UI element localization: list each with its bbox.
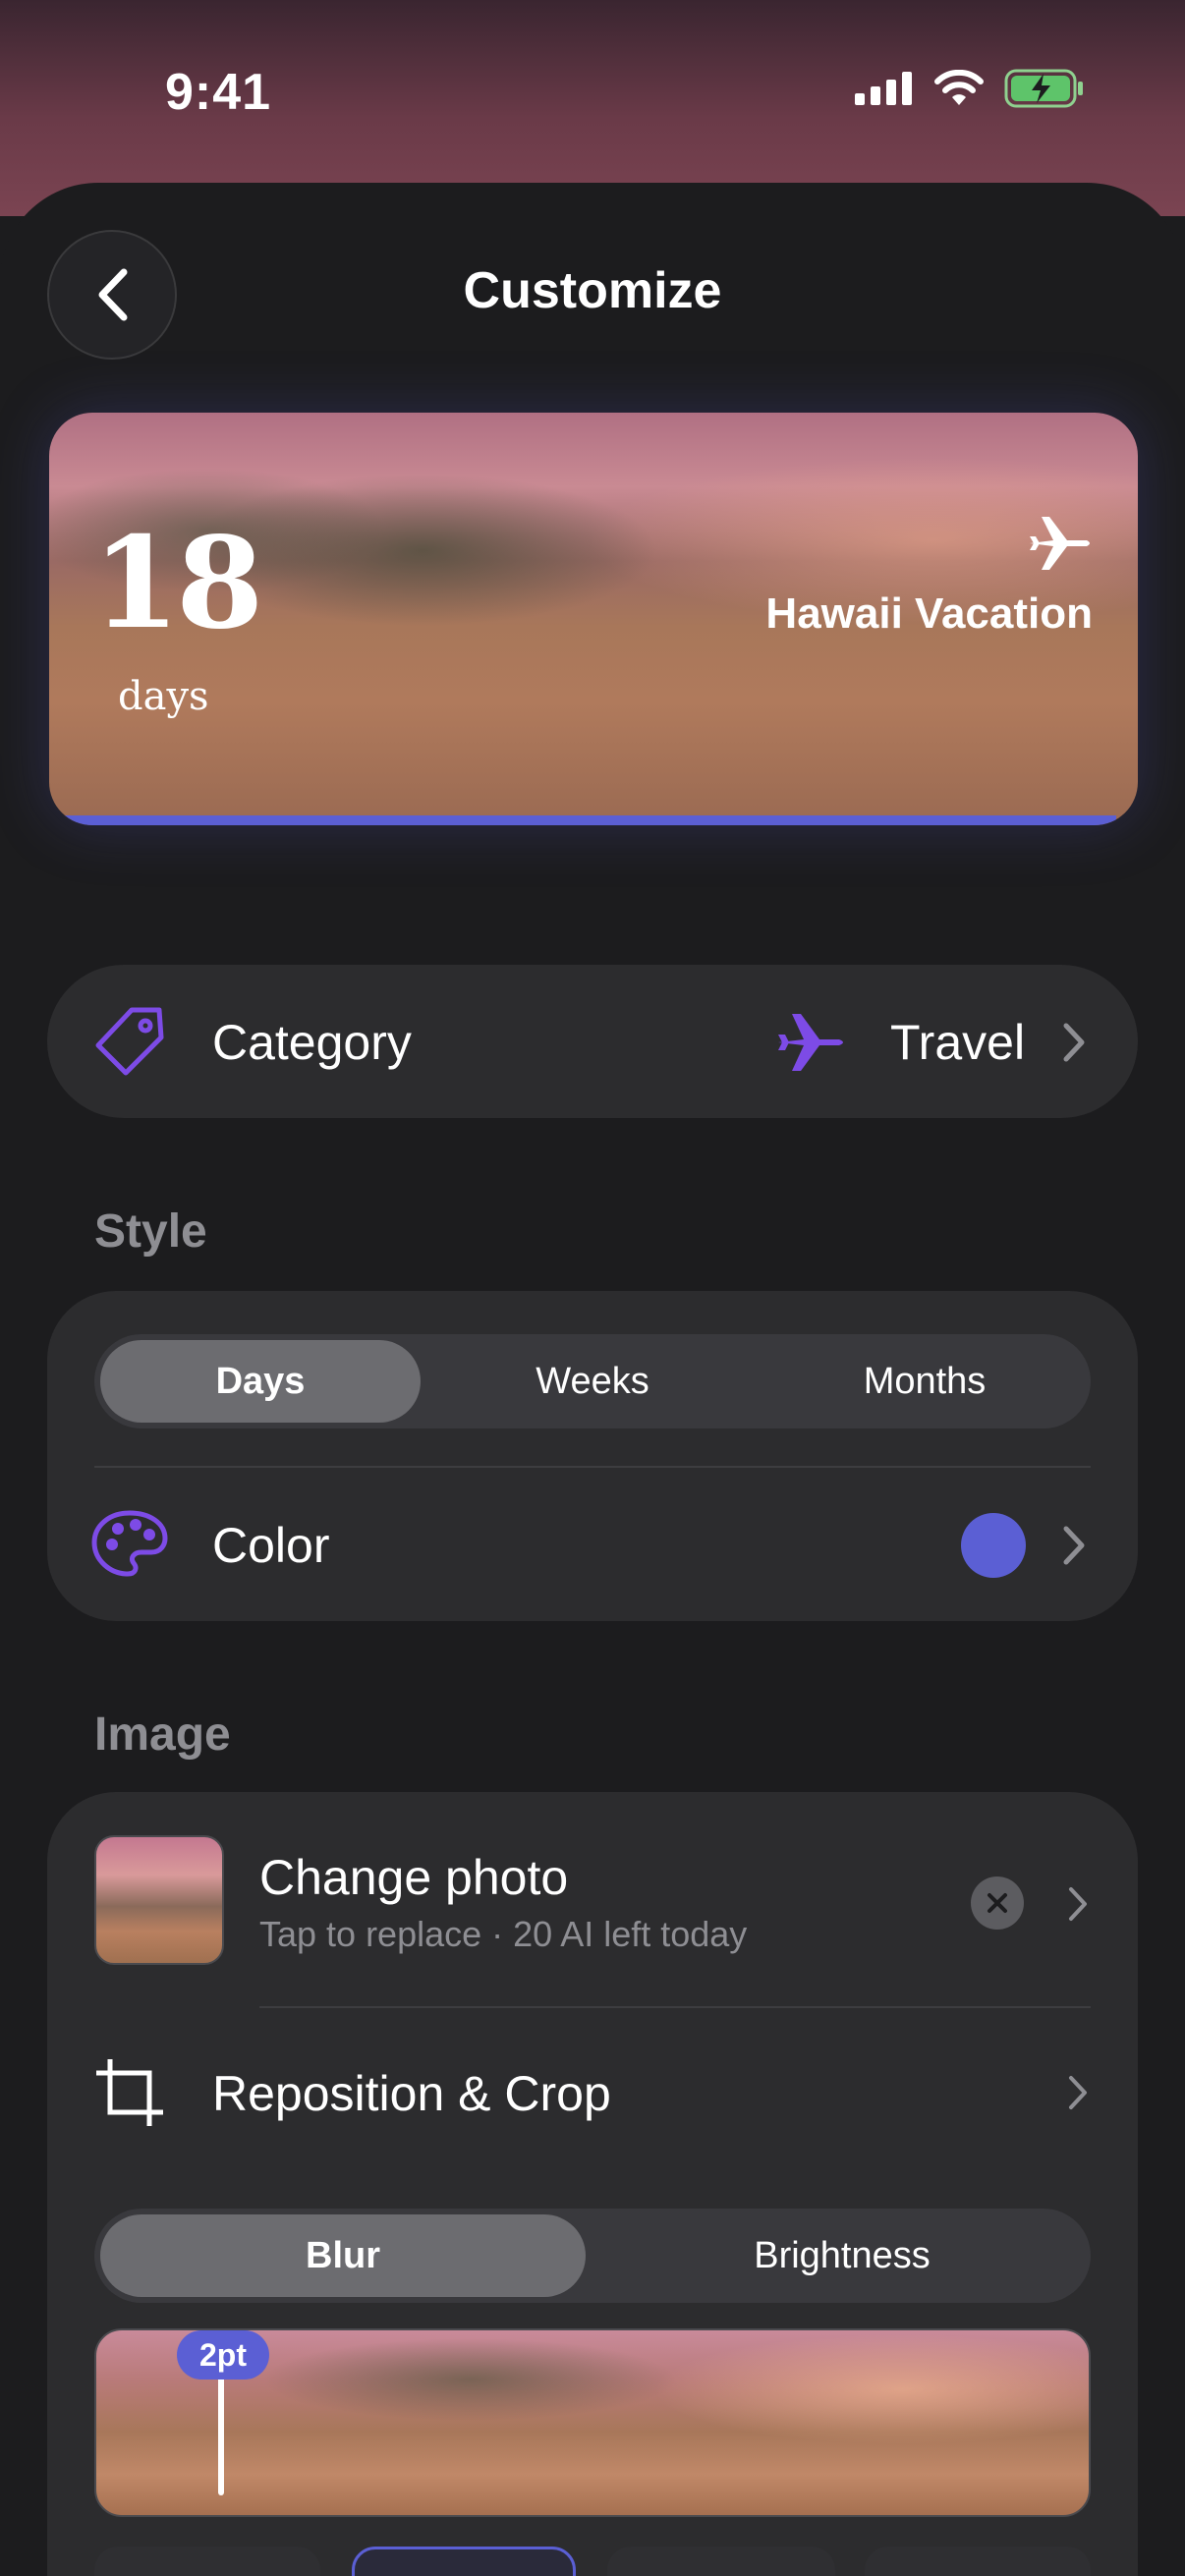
chevron-right-icon bbox=[1063, 1526, 1085, 1565]
page-title: Customize bbox=[463, 262, 722, 319]
segment-weeks[interactable]: Weeks bbox=[432, 1340, 753, 1423]
chevron-right-icon bbox=[1069, 1887, 1087, 1921]
segment-blur[interactable]: Blur bbox=[100, 2214, 586, 2297]
segment-months[interactable]: Months bbox=[764, 1340, 1085, 1423]
palette-icon bbox=[91, 1510, 168, 1577]
blur-value-badge: 2pt bbox=[177, 2330, 269, 2380]
event-name: Hawaii Vacation bbox=[765, 589, 1093, 638]
color-label: Color bbox=[212, 1518, 330, 1573]
color-row[interactable]: Color bbox=[47, 1468, 1138, 1621]
countdown-progress-bar bbox=[49, 815, 1116, 825]
preset-chip[interactable] bbox=[607, 2547, 835, 2576]
airplane-icon bbox=[778, 1014, 843, 1071]
chevron-right-icon bbox=[1069, 2076, 1087, 2109]
segment-days[interactable]: Days bbox=[100, 1340, 421, 1423]
change-photo-subtitle: Tap to replace · 20 AI left today bbox=[259, 1914, 748, 1954]
reposition-crop-row[interactable]: Reposition & Crop bbox=[47, 2008, 1138, 2175]
countdown-preview-card: 18 days Hawaii Vacation bbox=[49, 413, 1138, 825]
close-icon bbox=[988, 1893, 1007, 1913]
segment-brightness[interactable]: Brightness bbox=[599, 2214, 1085, 2297]
status-bar: 9:41 bbox=[0, 0, 1185, 187]
preset-chip[interactable] bbox=[94, 2547, 320, 2576]
airplane-icon bbox=[1030, 517, 1090, 570]
status-time: 9:41 bbox=[165, 64, 272, 121]
style-section-label: Style bbox=[94, 1205, 207, 1258]
crop-icon bbox=[96, 2059, 163, 2126]
image-card: Change photo Tap to replace · 20 AI left… bbox=[47, 1792, 1138, 2576]
change-photo-row[interactable]: Change photo Tap to replace · 20 AI left… bbox=[47, 1792, 1138, 2006]
chevron-right-icon bbox=[1063, 1023, 1085, 1062]
change-photo-title: Change photo bbox=[259, 1850, 569, 1905]
image-section-label: Image bbox=[94, 1708, 231, 1761]
preset-chip-selected[interactable] bbox=[352, 2547, 576, 2576]
category-label: Category bbox=[212, 1015, 412, 1070]
category-row[interactable]: Category Travel bbox=[47, 965, 1138, 1118]
photo-thumbnail bbox=[94, 1835, 224, 1965]
style-card: Days Weeks Months Color bbox=[47, 1291, 1138, 1621]
tag-icon bbox=[95, 1007, 164, 1076]
blur-slider[interactable]: 2pt bbox=[94, 2328, 1091, 2517]
status-icons bbox=[855, 69, 1085, 108]
reposition-crop-label: Reposition & Crop bbox=[212, 2066, 611, 2121]
preset-chip[interactable] bbox=[865, 2547, 1091, 2576]
countdown-number: 18 bbox=[92, 510, 263, 657]
category-value: Travel bbox=[890, 1015, 1026, 1070]
unit-segmented-control: Days Weeks Months bbox=[94, 1334, 1091, 1428]
signal-icon bbox=[855, 72, 912, 105]
slider-handle[interactable] bbox=[218, 2368, 224, 2495]
battery-charging-icon bbox=[1004, 69, 1083, 108]
countdown-unit: days bbox=[118, 674, 209, 719]
wifi-icon bbox=[934, 70, 984, 105]
adjust-segmented-control: Blur Brightness bbox=[94, 2209, 1091, 2303]
remove-photo-button[interactable] bbox=[971, 1876, 1024, 1930]
color-swatch bbox=[961, 1513, 1026, 1578]
